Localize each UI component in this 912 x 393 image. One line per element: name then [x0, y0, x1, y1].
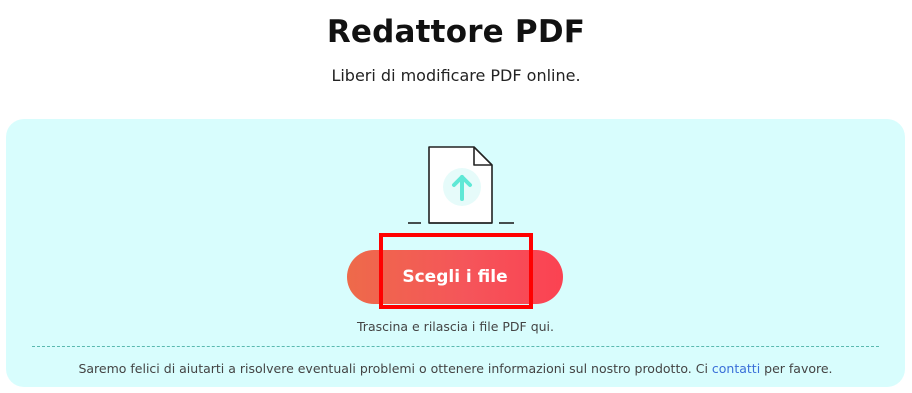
page-title: Redattore PDF — [326, 14, 586, 50]
choose-files-button[interactable]: Scegli i file — [347, 250, 563, 304]
contact-link[interactable]: contatti — [712, 361, 760, 376]
page-subtitle: Liberi di modificare PDF online. — [331, 66, 581, 85]
pdf-editor-page: Redattore PDF Liberi di modificare PDF o… — [0, 0, 912, 393]
drag-drop-hint: Trascina e rilascia i file PDF qui. — [357, 319, 554, 334]
file-dropzone[interactable]: Scegli i file Trascina e rilascia i file… — [6, 119, 905, 387]
dashed-divider — [32, 346, 879, 347]
help-text-after: per favore. — [760, 361, 833, 376]
help-text: Saremo felici di aiutarti a risolvere ev… — [6, 361, 905, 376]
file-upload-icon — [408, 146, 514, 224]
help-text-before: Saremo felici di aiutarti a risolvere ev… — [78, 361, 712, 376]
